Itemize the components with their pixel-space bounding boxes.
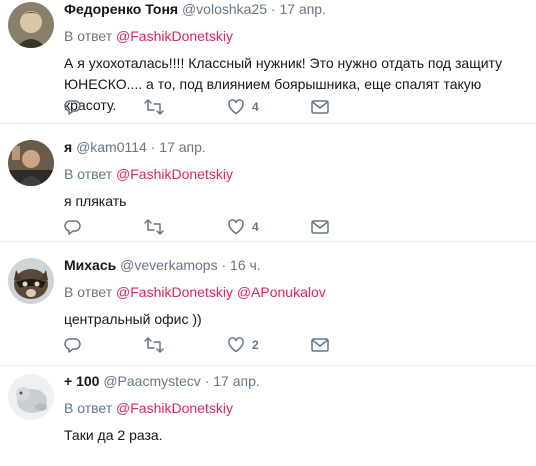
separator-dot: · — [270, 1, 276, 17]
reply-prefix: В ответ — [64, 284, 113, 300]
reply-button[interactable] — [64, 97, 82, 117]
heart-icon — [228, 219, 244, 235]
envelope-icon — [311, 100, 329, 114]
mention-link[interactable]: @FashikDonetskiy — [116, 28, 233, 44]
retweet-button[interactable] — [144, 335, 164, 355]
tweet-text: я плякать — [64, 193, 127, 209]
reply-prefix: В ответ — [64, 400, 113, 416]
mention-link[interactable]: @APonukalov — [237, 284, 326, 300]
heart-icon — [228, 99, 244, 115]
timestamp[interactable]: 16 ч. — [230, 257, 261, 273]
like-count: 4 — [252, 220, 259, 234]
envelope-icon — [311, 220, 329, 234]
reply-context: В ответ @FashikDonetskiy @APonukalov — [64, 283, 528, 301]
tweet-item[interactable]: Федоренко Тоня @voloshka25 · 17 апр. В о… — [0, 0, 536, 124]
tweet-actions: 2 — [64, 335, 364, 355]
retweet-button[interactable] — [144, 217, 164, 237]
reply-button[interactable] — [64, 217, 82, 237]
tweet-header: Федоренко Тоня @voloshka25 · 17 апр. — [64, 0, 528, 18]
timestamp[interactable]: 17 апр. — [159, 139, 206, 155]
reply-prefix: В ответ — [64, 28, 113, 44]
display-name[interactable]: Федоренко Тоня — [64, 1, 178, 17]
tweet-actions: 4 — [64, 217, 364, 237]
timestamp[interactable]: 17 апр. — [213, 373, 260, 389]
like-button[interactable]: 4 — [227, 217, 259, 237]
avatar[interactable] — [8, 258, 54, 304]
avatar[interactable] — [8, 374, 54, 420]
like-count: 2 — [252, 338, 259, 352]
message-button[interactable] — [310, 97, 330, 117]
separator-dot: · — [221, 257, 227, 273]
display-name[interactable]: Михась — [64, 257, 116, 273]
mention-link[interactable]: @FashikDonetskiy — [116, 400, 233, 416]
retweet-button[interactable] — [144, 97, 164, 117]
reply-context: В ответ @FashikDonetskiy — [64, 165, 528, 183]
mention-link[interactable]: @FashikDonetskiy — [116, 284, 233, 300]
reply-icon — [64, 220, 81, 235]
message-button[interactable] — [310, 335, 330, 355]
timestamp[interactable]: 17 апр. — [279, 1, 326, 17]
tweet-header: Михась @veverkamops · 16 ч. — [64, 256, 528, 274]
reply-context: В ответ @FashikDonetskiy — [64, 399, 528, 417]
display-name[interactable]: + 100 — [64, 373, 99, 389]
tweet-header: + 100 @Paacmystecv · 17 апр. — [64, 372, 528, 390]
reply-prefix: В ответ — [64, 166, 113, 182]
tweet-item[interactable]: Михась @veverkamops · 16 ч. В ответ @Fas… — [0, 242, 536, 366]
like-count: 4 — [252, 100, 259, 114]
tweet-header: я @kam0114 · 17 апр. — [64, 138, 528, 156]
envelope-icon — [311, 338, 329, 352]
user-handle[interactable]: @kam0114 — [76, 139, 147, 155]
like-button[interactable]: 4 — [227, 97, 259, 117]
retweet-icon — [144, 219, 164, 235]
separator-dot: · — [150, 139, 156, 155]
like-button[interactable]: 2 — [227, 335, 259, 355]
heart-icon — [228, 337, 244, 353]
reply-icon — [64, 338, 81, 353]
tweet-actions: 4 — [64, 97, 364, 117]
tweet-item[interactable]: я @kam0114 · 17 апр. В ответ @FashikDone… — [0, 124, 536, 242]
avatar[interactable] — [8, 2, 54, 48]
retweet-icon — [144, 337, 164, 353]
retweet-icon — [144, 99, 164, 115]
reply-icon — [64, 100, 81, 115]
mention-link[interactable]: @FashikDonetskiy — [116, 166, 233, 182]
display-name[interactable]: я — [64, 139, 72, 155]
reply-context: В ответ @FashikDonetskiy — [64, 27, 528, 45]
separator-dot: · — [204, 373, 210, 389]
tweet-item[interactable]: + 100 @Paacmystecv · 17 апр. В ответ @Fa… — [0, 366, 536, 466]
tweet-text: центральный офис )) — [64, 311, 202, 327]
avatar[interactable] — [8, 140, 54, 186]
user-handle[interactable]: @voloshka25 — [182, 1, 267, 17]
message-button[interactable] — [310, 217, 330, 237]
user-handle[interactable]: @Paacmystecv — [103, 373, 200, 389]
reply-button[interactable] — [64, 335, 82, 355]
user-handle[interactable]: @veverkamops — [120, 257, 217, 273]
